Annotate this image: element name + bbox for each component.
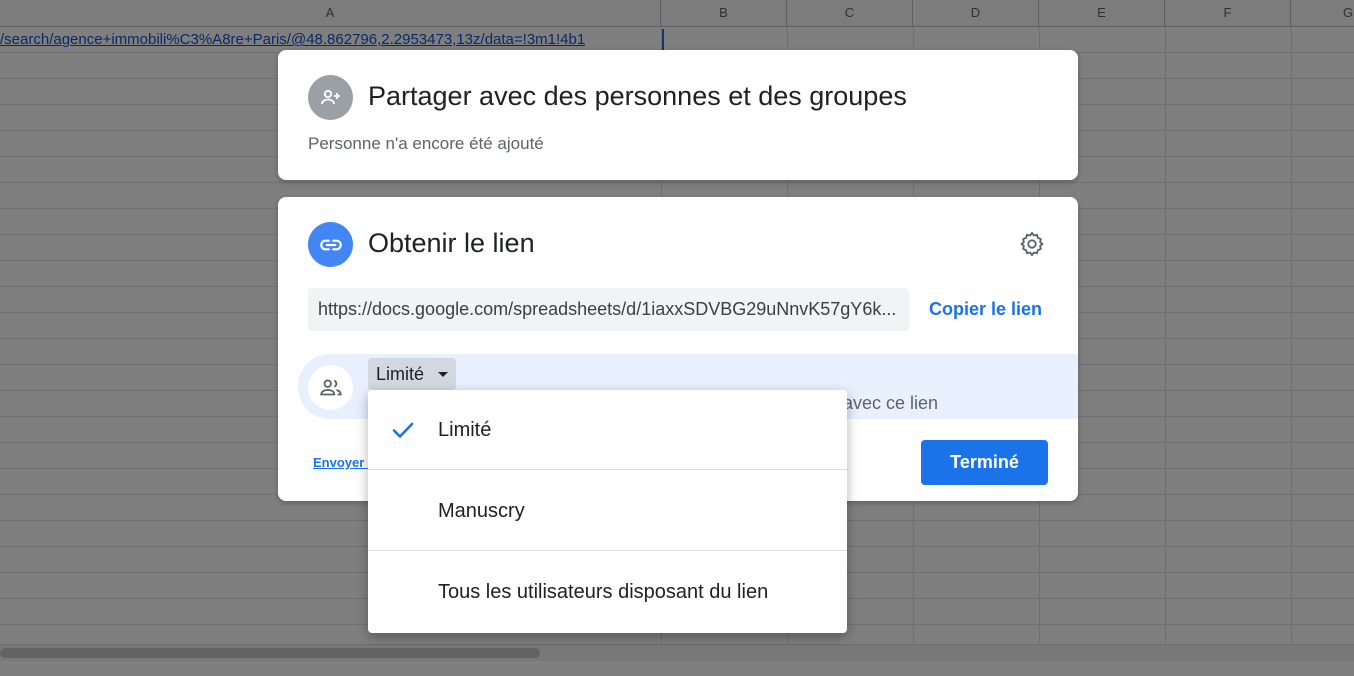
- share-title: Partager avec des personnes et des group…: [368, 81, 907, 111]
- done-button[interactable]: Terminé: [921, 440, 1048, 485]
- access-level-value: Limité: [376, 363, 425, 384]
- send-feedback-link[interactable]: Envoyer c: [313, 455, 375, 470]
- share-dialog-card: Partager avec des personnes et des group…: [278, 50, 1078, 180]
- access-level-dropdown: Limité Manuscry Tous les utilisateurs di…: [368, 390, 847, 633]
- check-icon: [392, 422, 414, 438]
- get-link-title: Obtenir le lien: [368, 228, 535, 258]
- access-level-select[interactable]: Limité: [368, 358, 457, 390]
- people-icon: [308, 365, 353, 410]
- link-url-field[interactable]: https://docs.google.com/spreadsheets/d/1…: [308, 288, 909, 331]
- person-add-icon: [308, 75, 353, 120]
- dropdown-option-anyone-with-link[interactable]: Tous les utilisateurs disposant du lien: [368, 552, 847, 632]
- dropdown-option-label: Limité: [438, 419, 492, 441]
- gear-icon[interactable]: [1016, 228, 1048, 260]
- caret-down-icon: [438, 371, 449, 377]
- dropdown-option-restricted[interactable]: Manuscry: [368, 471, 847, 551]
- dropdown-option-label: Tous les utilisateurs disposant du lien: [438, 581, 769, 603]
- share-subtitle: Personne n'a encore été ajouté: [308, 134, 544, 153]
- dropdown-option-limited[interactable]: Limité: [368, 390, 847, 470]
- link-icon: [308, 222, 353, 267]
- access-description: avec ce lien: [843, 393, 939, 413]
- copy-link-button[interactable]: Copier le lien: [929, 299, 1042, 320]
- dropdown-option-label: Manuscry: [438, 500, 525, 522]
